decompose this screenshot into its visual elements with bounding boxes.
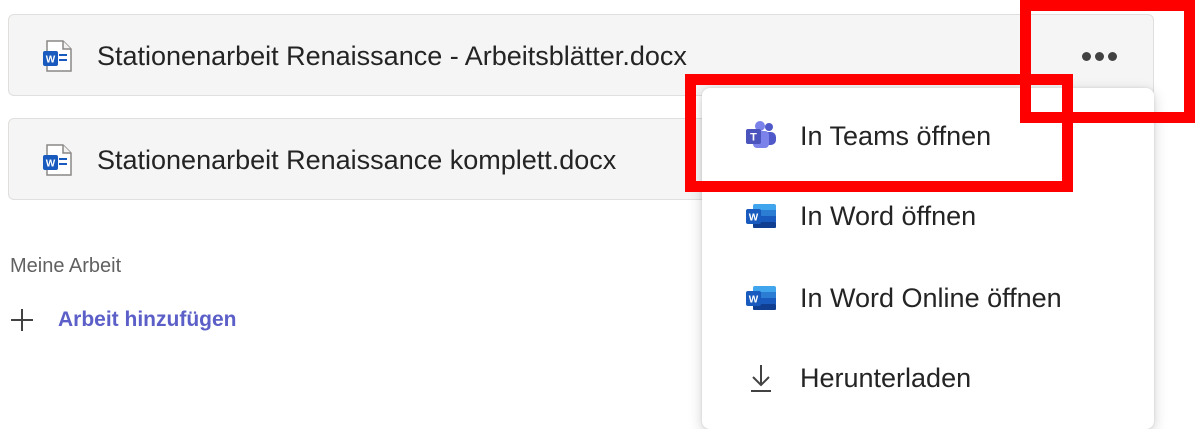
file-context-menu: T In Teams öffnen W In Word öffnen W In … (702, 88, 1154, 429)
more-options-button[interactable] (1069, 41, 1129, 71)
menu-item-label: In Word öffnen (800, 200, 977, 231)
word-doc-icon: W (43, 144, 72, 176)
add-work-button[interactable]: Arbeit hinzufügen (8, 302, 236, 338)
menu-item-open-in-teams[interactable]: T In Teams öffnen (702, 106, 1154, 166)
menu-item-open-in-word[interactable]: W In Word öffnen (702, 186, 1154, 246)
svg-text:T: T (750, 132, 757, 144)
download-icon (751, 365, 771, 392)
svg-text:W: W (46, 55, 56, 66)
add-work-label: Arbeit hinzufügen (58, 308, 237, 331)
more-dot (1107, 51, 1117, 61)
more-dot (1081, 51, 1091, 61)
menu-item-download[interactable]: Herunterladen (702, 348, 1154, 408)
svg-text:W: W (46, 159, 56, 170)
plus-icon (11, 309, 33, 331)
svg-text:W: W (749, 213, 759, 224)
word-doc-icon: W (43, 40, 72, 72)
word-icon: W (746, 286, 776, 310)
menu-item-open-in-word-online[interactable]: W In Word Online öffnen (702, 268, 1154, 328)
svg-text:W: W (749, 295, 759, 306)
teams-icon: T (746, 121, 776, 148)
file-name[interactable]: Stationenarbeit Renaissance komplett.doc… (97, 143, 616, 177)
file-card-arbeitsblaetter[interactable]: W Stationenarbeit Renaissance - Arbeitsb… (8, 14, 1154, 96)
menu-item-label: Herunterladen (800, 362, 972, 393)
menu-item-label: In Word Online öffnen (800, 282, 1062, 313)
word-icon: W (746, 204, 776, 228)
menu-item-label: In Teams öffnen (800, 120, 992, 151)
file-name[interactable]: Stationenarbeit Renaissance - Arbeitsblä… (97, 39, 687, 73)
more-dot (1094, 51, 1104, 61)
section-heading-my-work: Meine Arbeit (10, 255, 122, 277)
